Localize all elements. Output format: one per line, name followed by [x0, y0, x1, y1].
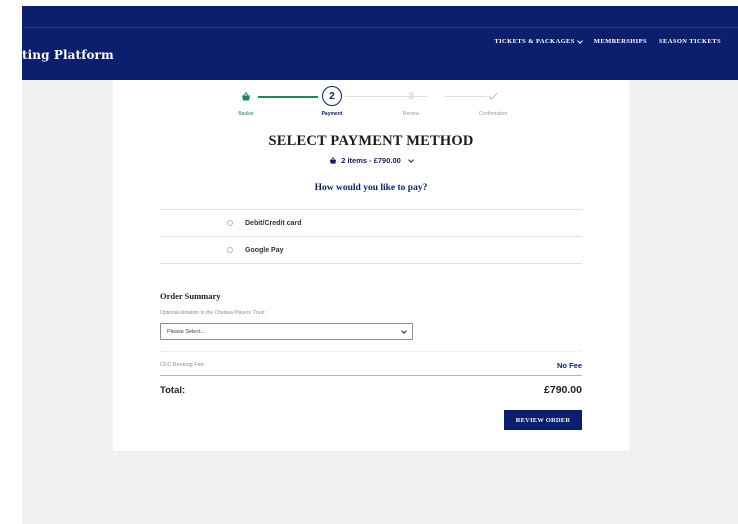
nav-tickets-packages[interactable]: TICKETS & PACKAGES [494, 37, 583, 45]
check-icon [488, 92, 498, 100]
total-label: Total: [160, 385, 186, 396]
step-basket[interactable]: Basket [216, 86, 276, 117]
basket-summary-toggle[interactable]: 2 items - £790.00 [113, 156, 629, 165]
chevron-down-icon [407, 156, 414, 163]
booking-fee-value: No Fee [556, 361, 582, 370]
booking-fee-label: CFC Booking Fee: [160, 362, 206, 368]
chevron-down-icon [576, 37, 583, 44]
step-confirmation[interactable]: Confirmation [463, 86, 523, 117]
nav-item-label: MEMBERSHIPS [593, 38, 647, 45]
brand-title[interactable]: ting Platform [22, 48, 114, 62]
header-main [22, 27, 738, 80]
step-label: Confirmation [478, 111, 508, 117]
basket-icon [330, 157, 337, 164]
nav-item-label: TICKETS & PACKAGES [494, 38, 575, 45]
header-top-strip [22, 6, 738, 27]
review-order-button[interactable]: REVIEW ORDER [504, 410, 582, 430]
page-title: SELECT PAYMENT METHOD [268, 133, 474, 149]
payment-option-label: Google Pay [245, 246, 284, 254]
donation-label: Optional donation to the Chelsea Players… [160, 310, 268, 316]
payment-option-card[interactable]: Debit/Credit card [160, 210, 582, 237]
divider [160, 351, 582, 352]
nav-memberships[interactable]: MEMBERSHIPS [594, 38, 647, 45]
step-label: Review [402, 111, 420, 117]
checkout-stepper: Basket 2 Payment 3 Review Confirmation [113, 86, 629, 126]
nav-item-label: SEASON TICKETS [658, 38, 721, 45]
step-label: Basket [238, 111, 254, 117]
payment-option-label: Debit/Credit card [245, 219, 302, 227]
nav-season-tickets[interactable]: SEASON TICKETS [659, 38, 721, 45]
payment-options: Debit/Credit card Google Pay [160, 209, 582, 264]
chevron-down-icon [401, 327, 407, 334]
step-payment[interactable]: 2 Payment [302, 86, 362, 117]
divider [160, 375, 582, 376]
step-label: Payment [321, 111, 343, 117]
basket-summary-text: 2 items - £790.00 [341, 156, 401, 165]
payment-question: How would you like to pay? [314, 183, 428, 193]
radio-button[interactable] [227, 247, 233, 253]
donation-select[interactable]: Please Select... [160, 323, 413, 340]
radio-button[interactable] [227, 220, 233, 226]
main-nav: TICKETS & PACKAGES MEMBERSHIPS SEASON TI… [494, 37, 721, 45]
donation-select-value: Please Select... [167, 328, 206, 335]
step-number: 3 [408, 91, 414, 101]
total-value: £790.00 [544, 384, 582, 396]
step-review[interactable]: 3 Review [381, 86, 441, 117]
basket-icon [242, 91, 250, 100]
checkout-card: Basket 2 Payment 3 Review Confirmation S… [113, 80, 629, 451]
payment-option-google-pay[interactable]: Google Pay [160, 237, 582, 264]
step-number: 2 [322, 86, 342, 106]
order-summary-title: Order Summary [160, 291, 221, 301]
